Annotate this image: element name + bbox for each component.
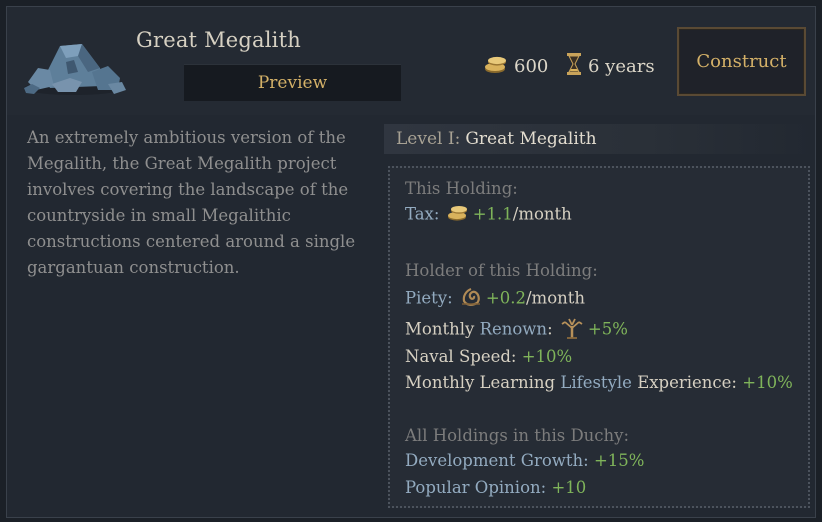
learning-value: +10%: [742, 373, 793, 392]
level-name: Great Megalith: [465, 129, 597, 149]
learning-suffix: Experience:: [637, 373, 737, 392]
piety-icon: [460, 287, 482, 311]
naval-value: +10%: [521, 347, 573, 366]
gold-coins-icon: [447, 204, 469, 226]
development-value: +15%: [593, 451, 645, 470]
this-holding-heading: This Holding:: [405, 179, 518, 198]
level-prefix: Level I:: [396, 129, 461, 149]
megalith-stones-icon: [22, 38, 128, 96]
building-title: Great Megalith: [136, 28, 301, 52]
tax-unit: /month: [512, 204, 572, 224]
renown-value: +5%: [587, 319, 628, 339]
holder-heading: Holder of this Holding:: [405, 261, 598, 280]
preview-button[interactable]: Preview: [184, 64, 401, 101]
renown-tree-icon: [560, 317, 584, 343]
naval-speed-effect: Naval Speed: +10%: [405, 347, 572, 366]
renown-prefix: Monthly: [405, 319, 475, 339]
piety-value: +0.2: [485, 288, 526, 308]
renown-link[interactable]: Renown: [480, 320, 548, 339]
tax-value: +1.1: [472, 204, 513, 224]
effects-panel: This Holding: Tax: +1.1/month Holder of …: [388, 166, 810, 508]
opinion-value: +10: [551, 478, 587, 497]
renown-colon: :: [547, 319, 553, 339]
building-description: An extremely ambitious version of the Me…: [27, 128, 356, 277]
tax-label[interactable]: Tax:: [405, 205, 439, 224]
development-effect: Development Growth: +15%: [405, 451, 644, 470]
gold-coins-icon: [484, 54, 508, 79]
piety-effect: Piety: +0.2/month: [405, 287, 585, 311]
build-time: 6 years: [566, 52, 655, 80]
lifestyle-link[interactable]: Lifestyle: [560, 373, 632, 392]
hourglass-icon: [566, 52, 582, 81]
build-time-value: 6 years: [588, 55, 655, 77]
duchy-heading: All Holdings in this Duchy:: [405, 426, 630, 445]
learning-effect: Monthly Learning Lifestyle Experience: +…: [405, 373, 793, 392]
tax-effect: Tax: +1.1/month: [405, 204, 572, 226]
piety-unit: /month: [525, 288, 586, 308]
opinion-label[interactable]: Popular Opinion:: [405, 478, 546, 497]
piety-label[interactable]: Piety:: [405, 289, 453, 308]
popular-opinion-effect: Popular Opinion: +10: [405, 478, 586, 497]
renown-effect: Monthly Renown: +5%: [405, 317, 628, 343]
development-label[interactable]: Development Growth:: [405, 451, 589, 470]
gold-cost: 600: [484, 52, 548, 80]
construct-button[interactable]: Construct: [677, 27, 806, 96]
learning-prefix: Monthly Learning: [405, 373, 556, 392]
gold-cost-value: 600: [514, 55, 549, 77]
level-header: Level I: Great Megalith: [384, 124, 814, 154]
naval-label: Naval Speed:: [405, 347, 517, 366]
